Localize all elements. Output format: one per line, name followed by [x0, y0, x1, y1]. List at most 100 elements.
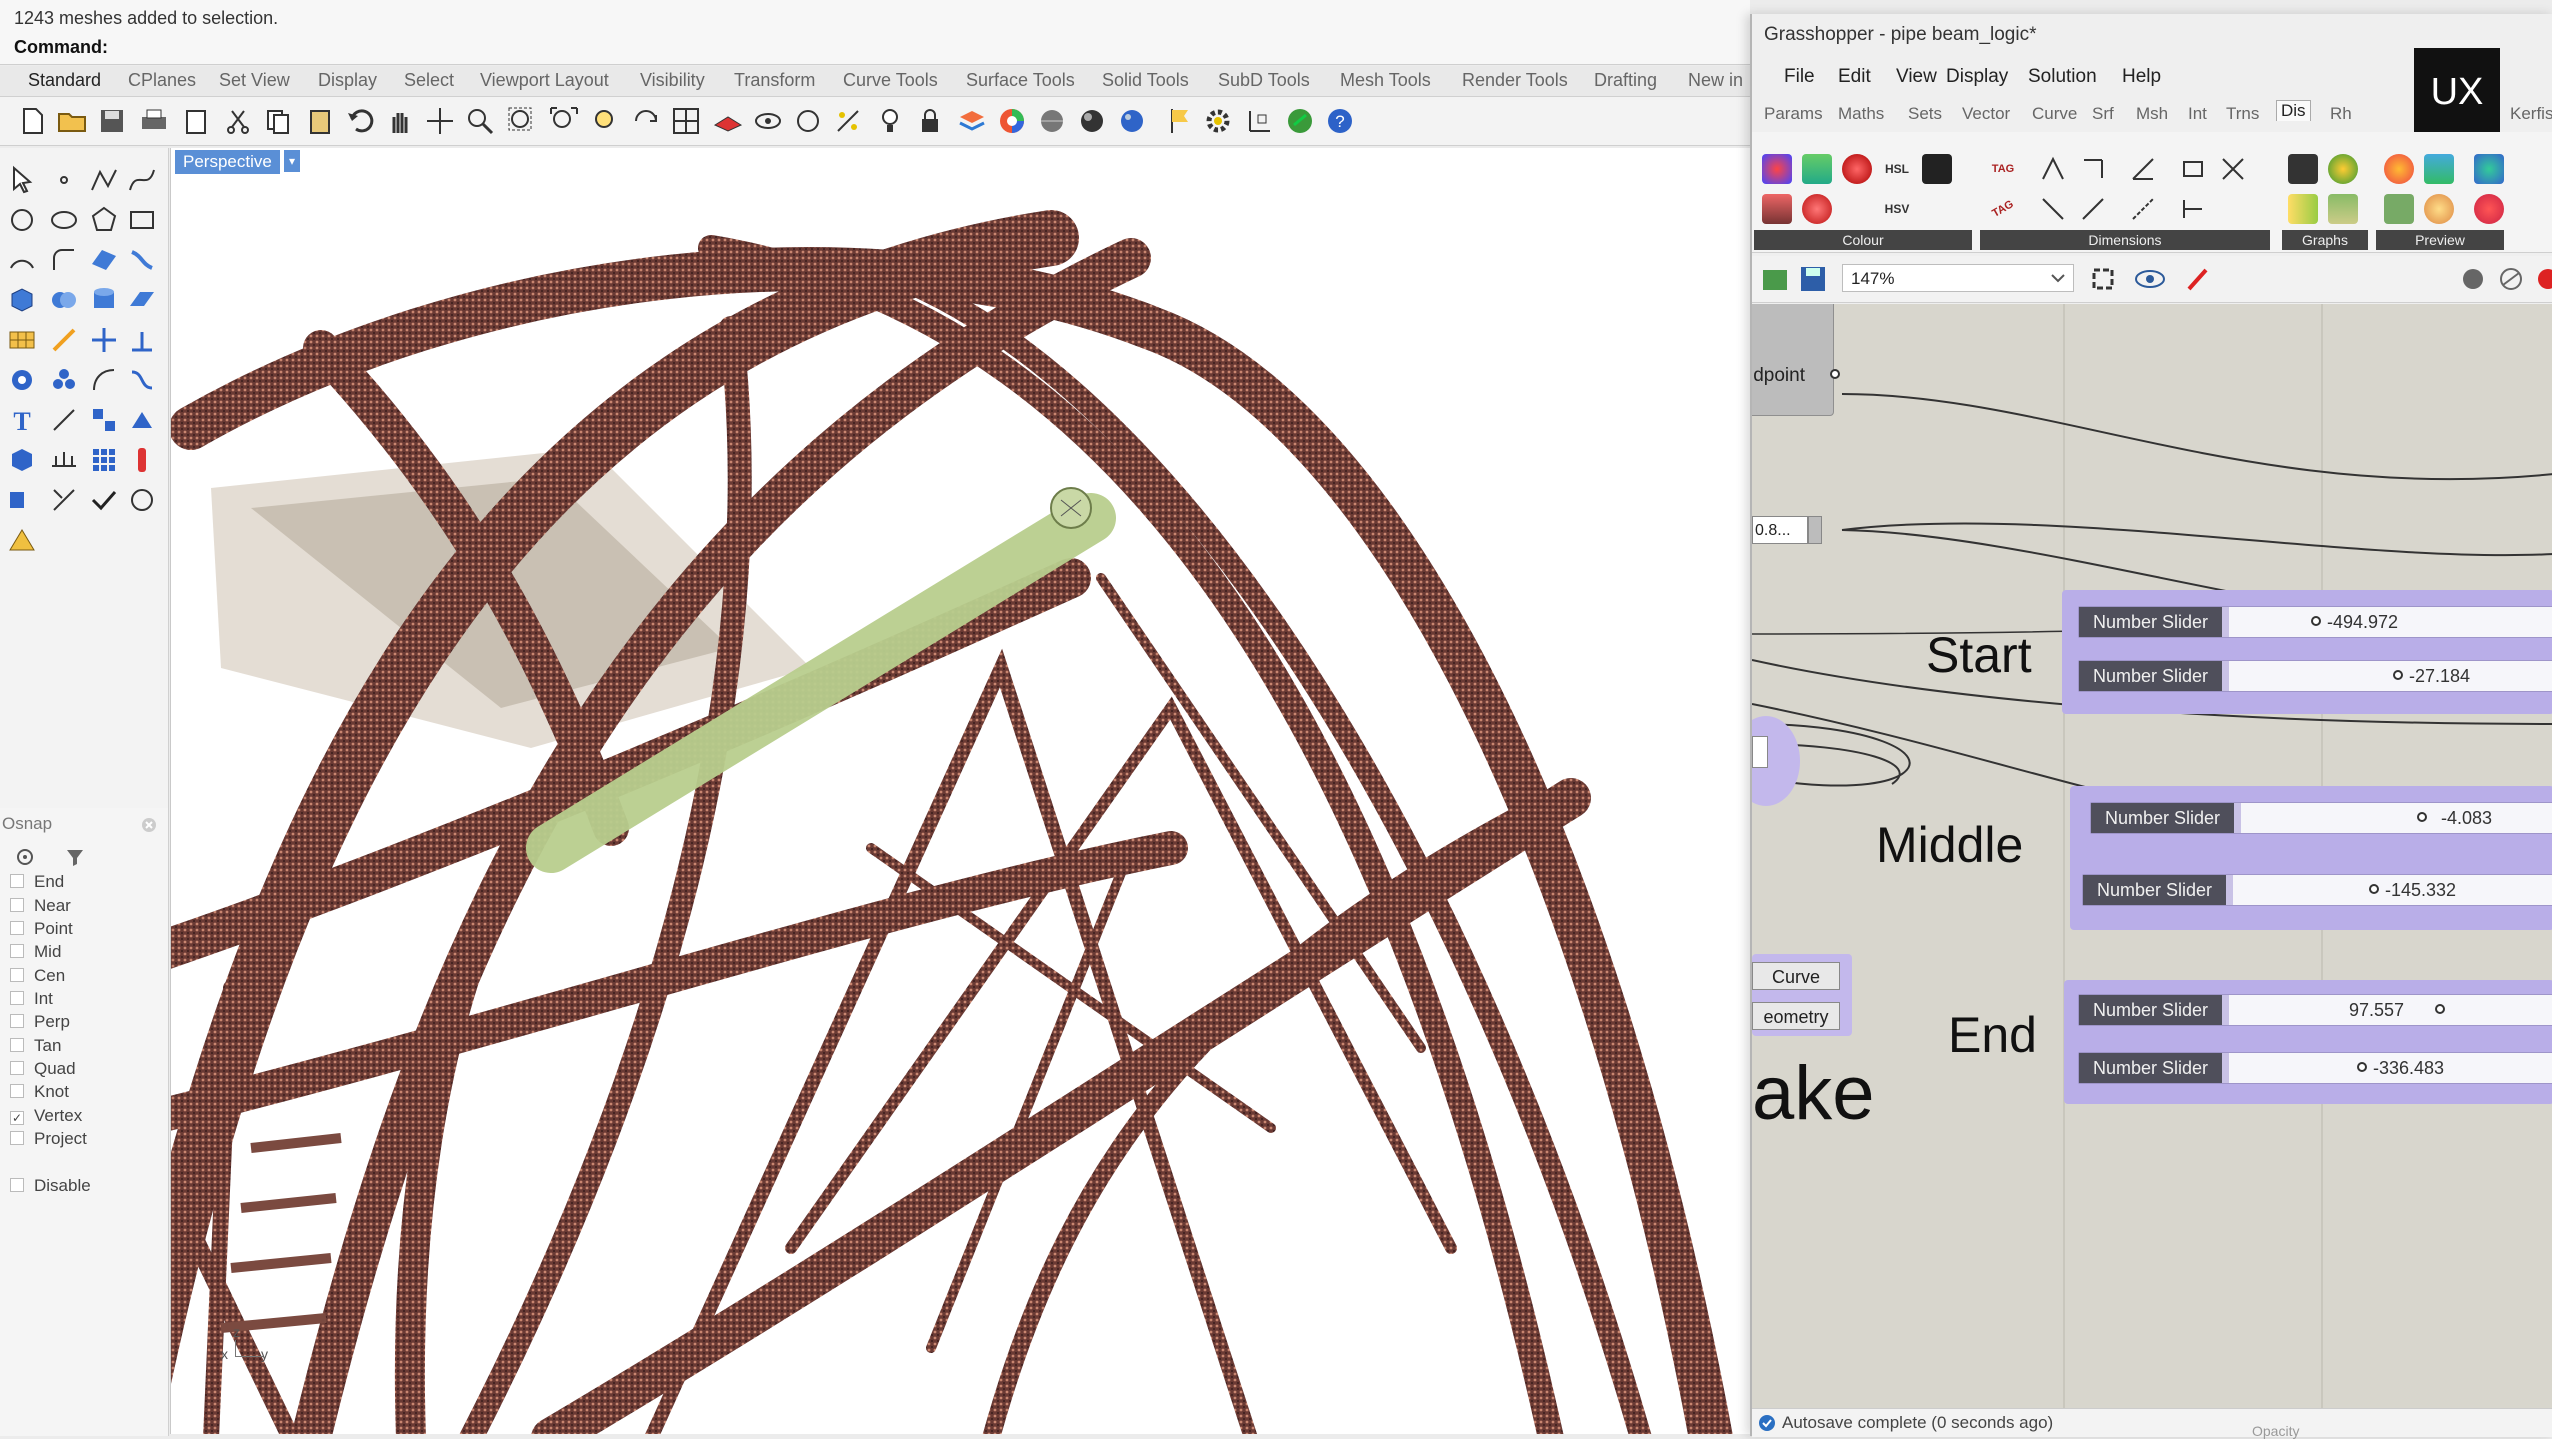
gh-tab-params[interactable]: Params [1764, 104, 1823, 124]
gh-tab-dis[interactable]: Dis [2276, 100, 2311, 121]
filter-icon[interactable] [64, 846, 86, 868]
menu-help[interactable]: Help [2122, 66, 2161, 88]
tab-select[interactable]: Select [404, 70, 454, 91]
osnap-item-knot[interactable]: Knot [10, 1082, 69, 1102]
slider-track[interactable]: 97.557 [2229, 995, 2552, 1025]
pie-chart-icon[interactable] [2328, 154, 2358, 184]
render-icon[interactable] [1116, 105, 1148, 137]
zoom-level-field[interactable]: 147% [1842, 264, 2074, 292]
arc-icon[interactable] [6, 244, 38, 276]
loft-icon[interactable] [126, 244, 158, 276]
osnap-item-tan[interactable]: Tan [10, 1036, 61, 1056]
transform-icon[interactable] [48, 324, 80, 356]
checkbox-checked[interactable]: ✓ [10, 1111, 24, 1125]
copy-icon[interactable] [262, 105, 294, 137]
menu-solution[interactable]: Solution [2028, 66, 2097, 88]
colour-hsl-icon[interactable]: HSL [1882, 154, 1912, 184]
tab-display[interactable]: Display [318, 70, 377, 91]
grid-array-icon[interactable] [88, 444, 120, 476]
checkbox[interactable] [10, 944, 24, 958]
ellipse-icon[interactable] [48, 204, 80, 236]
gh-tab-rh[interactable]: Rh [2330, 104, 2352, 124]
solid-tools-icon[interactable] [6, 444, 38, 476]
trim-icon[interactable] [48, 484, 80, 516]
colour-lab-icon[interactable] [1802, 194, 1832, 224]
dot-display-icon[interactable] [2384, 194, 2414, 224]
menu-edit[interactable]: Edit [1838, 66, 1871, 88]
linear-dimension-icon[interactable] [2078, 154, 2108, 184]
number-slider[interactable]: Number Slider -27.184 [2078, 660, 2552, 692]
new-file-icon[interactable] [16, 105, 48, 137]
group-icon[interactable] [48, 364, 80, 396]
light-icon[interactable] [874, 105, 906, 137]
checkbox[interactable] [10, 991, 24, 1005]
align-icon[interactable] [126, 324, 158, 356]
open-file-icon[interactable] [1760, 264, 1790, 294]
menu-file[interactable]: File [1784, 66, 1815, 88]
dimension-tag-icon[interactable]: TAG [1988, 154, 2018, 184]
slider-track[interactable]: -494.972 [2229, 607, 2552, 637]
tab-set-view[interactable]: Set View [219, 70, 290, 91]
import-icon[interactable] [180, 105, 212, 137]
gh-tab-vector[interactable]: Vector [1962, 104, 2010, 124]
osnap-item-mid[interactable]: Mid [10, 942, 61, 962]
boolean-icon[interactable] [48, 284, 80, 316]
number-slider[interactable]: Number Slider -145.332 [2082, 874, 2552, 906]
line-dimension-icon[interactable] [2038, 194, 2068, 224]
checkbox[interactable] [10, 1038, 24, 1052]
check-icon[interactable] [88, 484, 120, 516]
checkbox[interactable] [10, 1178, 24, 1192]
tab-drafting[interactable]: Drafting [1594, 70, 1657, 91]
lock-icon[interactable] [914, 105, 946, 137]
angle-dimension-icon[interactable] [2038, 154, 2068, 184]
slider-grip[interactable] [2357, 1062, 2367, 1072]
options-gear-icon[interactable] [1202, 105, 1234, 137]
colour-rgb-icon[interactable] [1802, 154, 1832, 184]
viewport-menu-dropdown[interactable]: ▾ [284, 150, 300, 172]
grasshopper-canvas[interactable]: idpoint 0.8... Start Number Slider -494.… [1752, 304, 2552, 1408]
number-slider[interactable]: Number Slider -4.083 [2090, 802, 2552, 834]
text-tag-icon[interactable]: TAG [1983, 189, 2024, 230]
print-icon[interactable] [138, 105, 170, 137]
tab-curve-tools[interactable]: Curve Tools [843, 70, 938, 91]
target-icon[interactable] [14, 846, 36, 868]
checkbox[interactable] [10, 968, 24, 982]
checkbox[interactable] [10, 921, 24, 935]
tab-mesh-tools[interactable]: Mesh Tools [1340, 70, 1431, 91]
slider-grip[interactable] [2393, 670, 2403, 680]
analyze-icon[interactable] [6, 364, 38, 396]
ordinate-dimension-icon[interactable] [2178, 154, 2208, 184]
viewport-title[interactable]: Perspective [175, 150, 280, 174]
slider-track[interactable]: -145.332 [2233, 875, 2552, 905]
perspective-viewport[interactable]: Perspective ▾ z x y [170, 148, 1751, 1434]
circle-icon[interactable] [6, 204, 38, 236]
preview-wire-icon[interactable] [2496, 264, 2526, 294]
gh-tab-curve[interactable]: Curve [2032, 104, 2077, 124]
tab-solid-tools[interactable]: Solid Tools [1102, 70, 1189, 91]
menu-display[interactable]: Display [1946, 66, 2008, 88]
slider-grip[interactable] [2417, 812, 2427, 822]
curve-icon[interactable] [126, 164, 158, 196]
dimension-tool-icon[interactable] [48, 404, 80, 436]
set-cplane-icon[interactable] [712, 105, 744, 137]
gradient-icon[interactable] [2474, 154, 2504, 184]
arc-dimension-icon[interactable] [2128, 194, 2158, 224]
osnap-item-project[interactable]: Project [10, 1129, 87, 1149]
snapshot-icon[interactable] [792, 105, 824, 137]
sketch-pen-icon[interactable] [2184, 264, 2214, 294]
save-file-icon[interactable] [1798, 264, 1828, 294]
gh-tab-kerfish[interactable]: Kerfish [2510, 104, 2552, 124]
osnap-item-perp[interactable]: Perp [10, 1012, 70, 1032]
slider-track[interactable]: -27.184 [2229, 661, 2552, 691]
save-icon[interactable] [96, 105, 128, 137]
slider-grip[interactable] [2435, 1004, 2445, 1014]
number-slider[interactable]: Number Slider 97.557 [2078, 994, 2552, 1026]
panel-close-icon[interactable] [140, 816, 158, 834]
rotate-view-icon[interactable] [630, 105, 662, 137]
undo-icon[interactable] [344, 105, 376, 137]
colour-split-icon[interactable] [1762, 194, 1792, 224]
preview-selected-icon[interactable] [2534, 264, 2552, 294]
osnap-item-disable[interactable]: Disable [10, 1176, 91, 1196]
tab-subd-tools[interactable]: SubD Tools [1218, 70, 1310, 91]
slider-track[interactable]: -336.483 [2229, 1053, 2552, 1083]
